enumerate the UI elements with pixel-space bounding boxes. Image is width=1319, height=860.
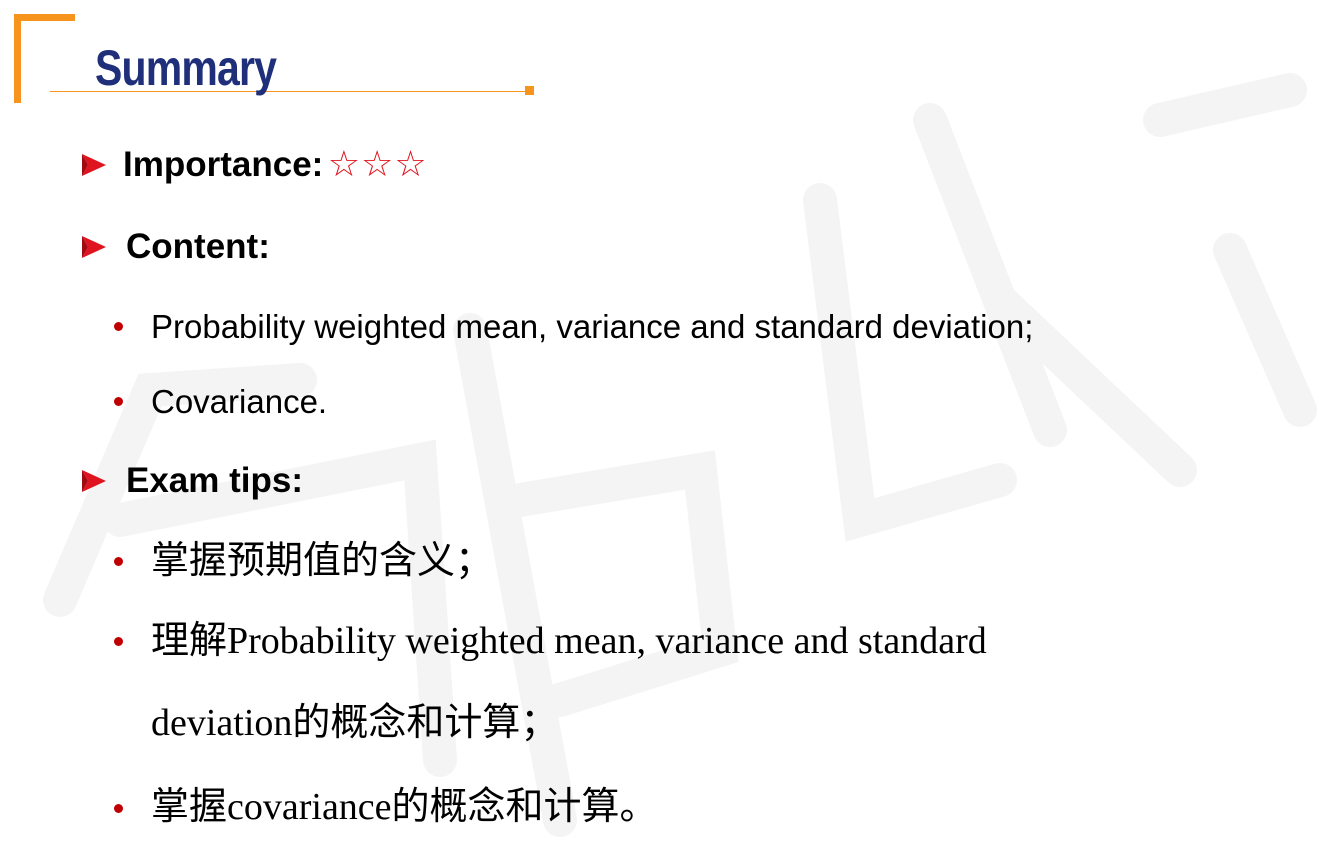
importance-stars: ☆☆☆ — [327, 144, 428, 185]
exam-tip-item-continuation: deviation的概念和计算； — [151, 702, 559, 744]
exam-tip-item: 掌握预期值的含义； — [151, 540, 494, 582]
importance-row: Importance: ☆☆☆ — [123, 143, 428, 187]
exam-tips-label: Exam tips: — [126, 461, 303, 500]
bullet-dot — [114, 804, 123, 813]
exam-tip-item: 掌握covariance的概念和计算。 — [151, 786, 658, 828]
arrow-bullet-icon — [82, 470, 106, 492]
title-underline-dot — [525, 86, 534, 95]
content-label: Content: — [126, 227, 270, 266]
slide-title: Summary — [95, 40, 277, 96]
bullet-dot — [114, 322, 123, 331]
bullet-dot — [114, 637, 123, 646]
bullet-dot — [114, 397, 123, 406]
corner-accent-horizontal — [14, 14, 75, 21]
corner-accent-vertical — [14, 14, 21, 103]
content-item: Covariance. — [151, 383, 328, 420]
exam-tip-item: 理解Probability weighted mean, variance an… — [151, 620, 987, 662]
importance-label: Importance: — [123, 145, 324, 184]
arrow-bullet-icon — [82, 236, 106, 258]
bullet-dot — [114, 557, 123, 566]
content-item: Probability weighted mean, variance and … — [151, 308, 1034, 345]
arrow-bullet-icon — [82, 154, 106, 176]
